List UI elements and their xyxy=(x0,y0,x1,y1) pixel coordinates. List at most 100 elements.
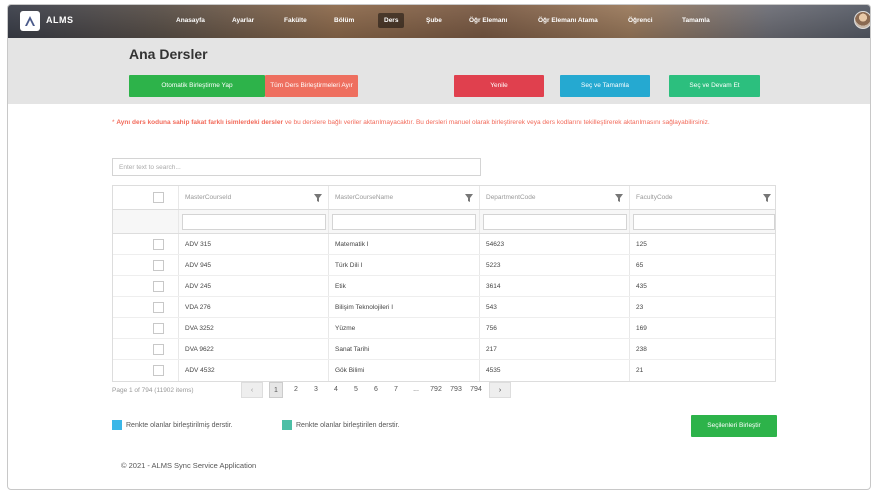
row-select-cell xyxy=(143,318,178,338)
nav-item-ders[interactable]: Ders xyxy=(378,13,405,28)
refresh-button[interactable]: Yenile xyxy=(454,75,544,97)
pager-page-4[interactable]: 4 xyxy=(329,382,343,398)
nav-item-fakulte[interactable]: Fakülte xyxy=(284,17,307,24)
filter-cell xyxy=(629,210,777,233)
nav-item-tamamla[interactable]: Tamamla xyxy=(682,17,710,24)
row-select-cell xyxy=(143,234,178,254)
row-select-cell xyxy=(143,255,178,275)
table-row[interactable]: ADV 315 Matematik I 54623 125 xyxy=(113,234,775,255)
filter-icon[interactable] xyxy=(763,194,771,202)
column-header-departmentcode[interactable]: DepartmentCode xyxy=(479,186,629,209)
nav-item-ogrenci[interactable]: Öğrenci xyxy=(628,17,653,24)
table-row[interactable]: ADV 945 Türk Dili I 5223 65 xyxy=(113,255,775,276)
row-checkbox[interactable] xyxy=(153,343,164,355)
cell-mastercoursename: Gök Bilimi xyxy=(328,360,479,381)
column-label: FacultyCode xyxy=(636,194,673,201)
pager-page-3[interactable]: 3 xyxy=(309,382,323,398)
table-row[interactable]: DVA 3252 Yüzme 756 169 xyxy=(113,318,775,339)
remove-all-merges-button[interactable]: Tüm Ders Birleştirmeleri Ayır xyxy=(265,75,358,97)
row-checkbox[interactable] xyxy=(153,238,164,250)
cell-departmentcode: 4535 xyxy=(479,360,629,381)
legend-merging: Renkte olanlar birleştirilen derstir. xyxy=(282,420,400,430)
pager-page-794[interactable]: 794 xyxy=(469,382,483,398)
cell-mastercoursename: Etik xyxy=(328,276,479,296)
cell-mastercoursename: Sanat Tarihi xyxy=(328,339,479,359)
footer-copyright: © 2021 - ALMS Sync Service Application xyxy=(121,461,257,470)
cell-mastercourseid: ADV 245 xyxy=(178,276,328,296)
page-title: Ana Dersler xyxy=(129,46,208,62)
search-input[interactable]: Enter text to search... xyxy=(112,158,481,176)
filter-cell xyxy=(479,210,629,233)
cell-mastercourseid: ADV 4532 xyxy=(178,360,328,381)
filter-input-departmentcode[interactable] xyxy=(483,213,627,230)
column-header-mastercourseid[interactable]: MasterCourseId xyxy=(178,186,328,209)
table-row[interactable]: ADV 4532 Gök Bilimi 4535 21 xyxy=(113,360,775,381)
cell-mastercourseid: VDA 276 xyxy=(178,297,328,317)
cell-departmentcode: 3614 xyxy=(479,276,629,296)
warning-note: * Aynı ders koduna sahip fakat farklı is… xyxy=(112,117,782,129)
column-header-mastercoursename[interactable]: MasterCourseName xyxy=(328,186,479,209)
row-checkbox[interactable] xyxy=(153,365,164,376)
brand-name: ALMS xyxy=(46,15,74,25)
cell-facultycode: 435 xyxy=(629,276,777,296)
cell-departmentcode: 543 xyxy=(479,297,629,317)
pager-page-792[interactable]: 792 xyxy=(429,382,443,398)
nav-item-anasayfa[interactable]: Anasayfa xyxy=(176,17,205,24)
cell-mastercourseid: DVA 9622 xyxy=(178,339,328,359)
merge-selected-button[interactable]: Seçilenleri Birleştir xyxy=(691,415,777,437)
row-checkbox[interactable] xyxy=(153,322,164,334)
pager-next-button[interactable]: › xyxy=(489,382,511,398)
table-row[interactable]: VDA 276 Bilişim Teknolojileri I 543 23 xyxy=(113,297,775,318)
filter-icon[interactable] xyxy=(465,194,473,202)
filter-icon[interactable] xyxy=(615,194,623,202)
pager-prev-button[interactable]: ‹ xyxy=(241,382,263,398)
table-row[interactable]: DVA 9622 Sanat Tarihi 217 238 xyxy=(113,339,775,360)
cell-mastercourseid: ADV 315 xyxy=(178,234,328,254)
cell-mastercourseid: DVA 3252 xyxy=(178,318,328,338)
logo-icon[interactable] xyxy=(20,11,40,31)
pager-page-1[interactable]: 1 xyxy=(269,382,283,398)
cell-departmentcode: 54623 xyxy=(479,234,629,254)
cell-facultycode: 21 xyxy=(629,360,777,381)
table-row[interactable]: ADV 245 Etik 3614 435 xyxy=(113,276,775,297)
legend-merged: Renkte olanlar birleştirilmiş derstir. xyxy=(112,420,233,430)
auto-match-button[interactable]: Otomatik Birleştirme Yap xyxy=(129,75,265,97)
nav-item-ogr-elemani[interactable]: Öğr Elemanı xyxy=(469,17,507,24)
pager-page-793[interactable]: 793 xyxy=(449,382,463,398)
nav-item-ayarlar[interactable]: Ayarlar xyxy=(232,17,254,24)
row-checkbox[interactable] xyxy=(153,259,164,271)
legend-merging-label: Renkte olanlar birleştirilen derstir. xyxy=(296,421,400,429)
pager-summary: Page 1 of 794 (11902 items) xyxy=(112,387,194,394)
cell-departmentcode: 756 xyxy=(479,318,629,338)
filter-input-mastercourseid[interactable] xyxy=(182,213,326,230)
column-header-facultycode[interactable]: FacultyCode xyxy=(629,186,777,209)
select-complete-button[interactable]: Seç ve Tamamla xyxy=(560,75,650,97)
legend-merged-label: Renkte olanlar birleştirilmiş derstir. xyxy=(126,421,233,429)
row-checkbox[interactable] xyxy=(153,280,164,292)
filter-input-mastercoursename[interactable] xyxy=(332,213,476,230)
legend-swatch-merging xyxy=(282,420,292,430)
user-avatar[interactable] xyxy=(854,11,870,29)
row-select-cell xyxy=(143,297,178,317)
nav-item-ogr-elemani-atama[interactable]: Öğr Elemanı Atama xyxy=(538,17,598,24)
select-continue-button[interactable]: Seç ve Devam Et xyxy=(669,75,760,97)
filter-input-facultycode[interactable] xyxy=(633,213,775,230)
select-all-checkbox[interactable] xyxy=(153,192,164,203)
filter-icon[interactable] xyxy=(314,194,322,202)
pager-page-6[interactable]: 6 xyxy=(369,382,383,398)
app-window: ALMS Anasayfa Ayarlar Fakülte Bölüm Ders… xyxy=(7,4,871,490)
row-checkbox[interactable] xyxy=(153,301,164,313)
nav-item-sube[interactable]: Şube xyxy=(426,17,442,24)
nav-item-bolum[interactable]: Bölüm xyxy=(334,17,354,24)
row-select-cell xyxy=(143,339,178,359)
pager-page-5[interactable]: 5 xyxy=(349,382,363,398)
row-select-cell xyxy=(143,276,178,296)
filter-cell xyxy=(328,210,479,233)
header-spacer xyxy=(113,186,143,209)
cell-mastercoursename: Türk Dili I xyxy=(328,255,479,275)
pager-page-2[interactable]: 2 xyxy=(289,382,303,398)
pager-page-7[interactable]: 7 xyxy=(389,382,403,398)
cell-facultycode: 238 xyxy=(629,339,777,359)
cell-mastercoursename: Matematik I xyxy=(328,234,479,254)
pager-ellipsis: ... xyxy=(413,386,419,393)
